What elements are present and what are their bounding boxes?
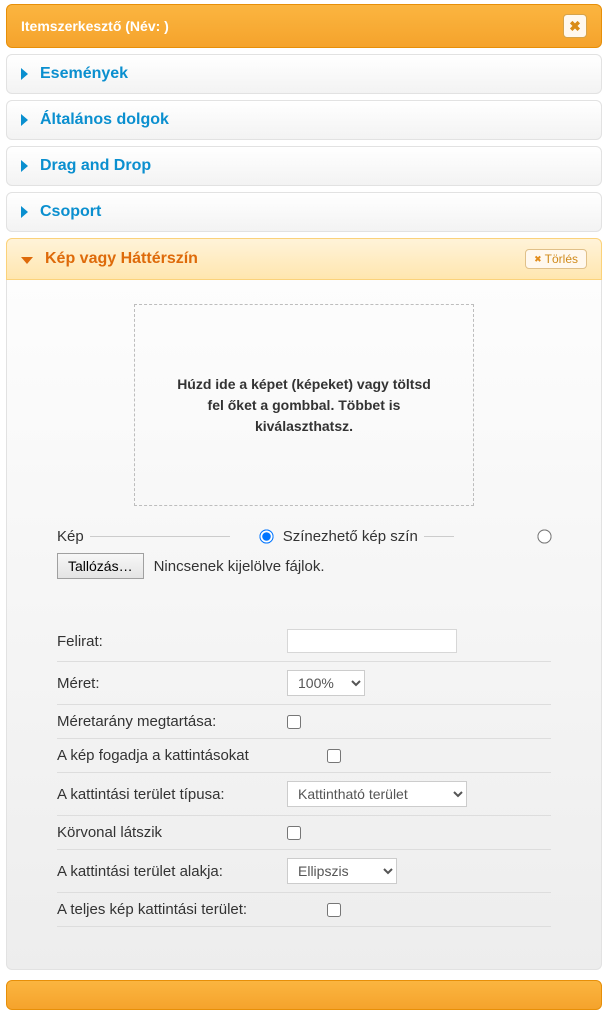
- clicks-checkbox[interactable]: [327, 749, 341, 763]
- row-receives-clicks: A kép fogadja a kattintásokat: [57, 747, 551, 764]
- row-outline: Körvonal látszik: [57, 824, 551, 841]
- divider: [57, 661, 551, 662]
- image-dropzone[interactable]: Húzd ide a képet (képeket) vagy töltsd f…: [134, 304, 474, 506]
- nofiles-text: Nincsenek kijelölve fájlok.: [154, 558, 325, 575]
- clicktype-select[interactable]: Kattintható terület: [287, 781, 467, 807]
- accordion-group[interactable]: Csoport: [6, 192, 602, 232]
- row-caption: Felirat:: [57, 629, 551, 653]
- fullclick-checkbox[interactable]: [327, 903, 341, 917]
- underline: [90, 536, 230, 537]
- accordion-label: Általános dolgok: [40, 111, 169, 129]
- form-section: Felirat: Méret: 100% Méretarány megtartá…: [57, 629, 551, 927]
- caption-input[interactable]: [287, 629, 457, 653]
- divider: [57, 849, 551, 850]
- chevron-down-icon: [21, 257, 33, 264]
- colorable-label: Színezhető kép szín: [283, 528, 418, 545]
- colorable-radio[interactable]: [259, 529, 273, 543]
- dialog-header: Itemszerkesztő (Név: ) ✖: [6, 4, 602, 48]
- divider: [57, 772, 551, 773]
- accordion-label: Drag and Drop: [40, 157, 151, 175]
- clicks-label: A kép fogadja a kattintásokat: [57, 747, 317, 764]
- row-size: Méret: 100%: [57, 670, 551, 696]
- browse-button[interactable]: Tallózás…: [57, 553, 144, 579]
- shape-select[interactable]: Ellipszis: [287, 858, 397, 884]
- row-click-type: A kattintási terület típusa: Kattintható…: [57, 781, 551, 807]
- accordion-label: Események: [40, 65, 128, 83]
- accordion-general[interactable]: Általános dolgok: [6, 100, 602, 140]
- dropzone-text: Húzd ide a képet (képeket) vagy töltsd f…: [175, 374, 433, 437]
- accordion-label: Csoport: [40, 203, 101, 221]
- underline: [424, 536, 454, 537]
- footer-bar: [6, 980, 602, 1010]
- divider: [57, 738, 551, 739]
- accordion-dragdrop[interactable]: Drag and Drop: [6, 146, 602, 186]
- second-radio[interactable]: [537, 529, 551, 543]
- divider: [57, 815, 551, 816]
- fullclick-label: A teljes kép kattintási terület:: [57, 901, 317, 918]
- file-browse-row: Tallózás… Nincsenek kijelölve fájlok.: [57, 553, 551, 579]
- caption-label: Felirat:: [57, 633, 287, 650]
- chevron-right-icon: [21, 114, 28, 126]
- close-icon: ✖: [569, 18, 581, 35]
- clicktype-label: A kattintási terület típusa:: [57, 786, 287, 803]
- row-click-shape: A kattintási terület alakja: Ellipszis: [57, 858, 551, 884]
- row-full-click: A teljes kép kattintási terület:: [57, 901, 551, 918]
- aspect-label: Méretarány megtartása:: [57, 713, 287, 730]
- aspect-checkbox[interactable]: [287, 715, 301, 729]
- divider: [57, 926, 551, 927]
- size-label: Méret:: [57, 675, 287, 692]
- divider: [57, 704, 551, 705]
- chevron-right-icon: [21, 68, 28, 80]
- outline-checkbox[interactable]: [287, 826, 301, 840]
- outline-label: Körvonal látszik: [57, 824, 287, 841]
- delete-button[interactable]: Törlés: [525, 249, 587, 269]
- size-select[interactable]: 100%: [287, 670, 365, 696]
- browse-label: Tallózás…: [68, 558, 133, 574]
- accordion-image-bg[interactable]: Kép vagy Háttérszín Törlés: [6, 238, 602, 280]
- accordion-label: Kép vagy Háttérszín: [45, 250, 198, 268]
- row-aspect: Méretarány megtartása:: [57, 713, 551, 730]
- accordion-events[interactable]: Események: [6, 54, 602, 94]
- shape-label: A kattintási terület alakja:: [57, 863, 287, 880]
- image-label: Kép: [57, 528, 84, 545]
- divider: [57, 892, 551, 893]
- dialog-title: Itemszerkesztő (Név: ): [21, 18, 169, 34]
- image-type-row: Kép Színezhető kép szín: [57, 528, 551, 545]
- panel-body: Húzd ide a képet (képeket) vagy töltsd f…: [6, 280, 602, 970]
- chevron-right-icon: [21, 160, 28, 172]
- delete-label: Törlés: [545, 252, 578, 266]
- chevron-right-icon: [21, 206, 28, 218]
- close-button[interactable]: ✖: [563, 14, 587, 38]
